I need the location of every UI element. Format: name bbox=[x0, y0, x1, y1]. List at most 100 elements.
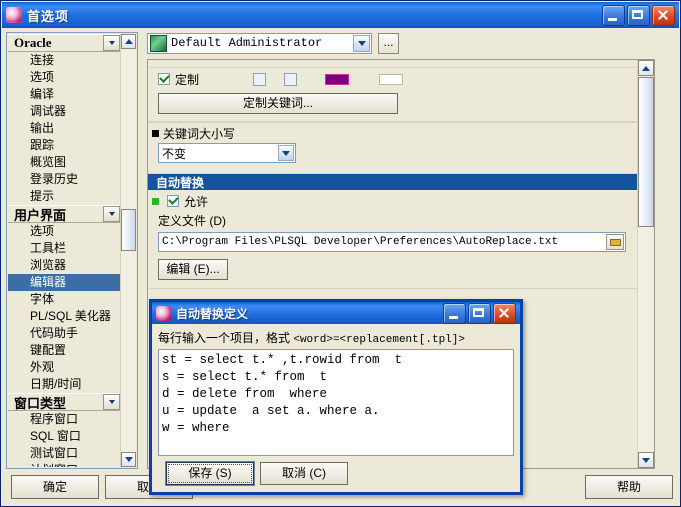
textarea-line: s = select t.* from t bbox=[162, 370, 328, 384]
autoreplace-group: 允许 定义文件 (D) C:\Program Files\PLSQL Devel… bbox=[148, 190, 654, 289]
sidebar-item-code-assistant[interactable]: 代码助手 bbox=[8, 325, 122, 342]
autoreplace-section-header: 自动替换 bbox=[148, 174, 654, 190]
dialog-maximize-button[interactable] bbox=[468, 302, 491, 324]
sidebar-scrollbar[interactable] bbox=[120, 34, 136, 467]
autoreplace-enable-row: 允许 bbox=[148, 190, 654, 212]
scrollbar-thumb[interactable] bbox=[121, 209, 136, 251]
profile-value: Default Administrator bbox=[171, 36, 323, 50]
profile-more-button[interactable]: ... bbox=[378, 32, 399, 54]
autoreplace-definition-dialog: 自动替换定义 每行输入一个项目，格式 <word>=<replacement[.… bbox=[149, 299, 523, 495]
dialog-minimize-button[interactable] bbox=[443, 302, 466, 324]
square-bullet bbox=[152, 129, 159, 137]
definition-file-label: 定义文件 (D) bbox=[158, 214, 226, 228]
chevron-down-icon[interactable] bbox=[103, 394, 120, 410]
keyword-case-row: 关键词大小写 bbox=[148, 123, 654, 143]
panel-scrollbar[interactable] bbox=[637, 60, 654, 468]
autoreplace-enable-label: 允许 bbox=[184, 194, 209, 209]
sidebar-item-plan-window[interactable]: 计划窗口 bbox=[8, 462, 122, 467]
scroll-down-arrow[interactable] bbox=[638, 452, 654, 468]
definition-file-value: C:\Program Files\PLSQL Developer\Prefere… bbox=[162, 236, 559, 248]
dialog-hint-prefix: 每行输入一个项目，格式 bbox=[158, 331, 294, 345]
tree-group-label: 用户界面 bbox=[14, 207, 67, 223]
minimize-button[interactable] bbox=[602, 4, 625, 26]
textarea-line: st = select t.* ,t.rowid from t bbox=[162, 353, 403, 367]
keyword-case-label: 关键词大小写 bbox=[163, 126, 236, 141]
sidebar-item-toolbar[interactable]: 工具栏 bbox=[8, 240, 122, 257]
dialog-titlebar: 自动替换定义 bbox=[152, 302, 520, 324]
tree-group-user-interface[interactable]: 用户界面 bbox=[8, 205, 122, 223]
custom-checkbox-label: 定制 bbox=[175, 72, 200, 87]
sidebar-item-plsql-beautifier[interactable]: PL/SQL 美化器 bbox=[8, 308, 122, 325]
preferences-icon bbox=[6, 7, 22, 23]
chevron-down-icon[interactable] bbox=[103, 35, 120, 51]
custom-keywords-button[interactable]: 定制关键词... bbox=[158, 92, 398, 114]
sidebar-item-trace[interactable]: 跟踪 bbox=[8, 137, 122, 154]
edit-button[interactable]: 编辑 (E)... bbox=[158, 259, 228, 280]
dialog-buttons: 保存 (S) 取消 (C) bbox=[152, 462, 520, 486]
dialog-cancel-button[interactable]: 取消 (C) bbox=[260, 462, 348, 485]
background-color-swatch[interactable] bbox=[379, 73, 404, 85]
italic-style-checkbox[interactable] bbox=[284, 72, 298, 86]
chevron-down-icon[interactable] bbox=[278, 145, 294, 161]
sidebar-item-ui-options[interactable]: 选项 bbox=[8, 223, 122, 240]
window-controls bbox=[602, 4, 675, 26]
syntax-custom-row: 定制 bbox=[148, 68, 654, 90]
folder-open-icon[interactable] bbox=[606, 234, 624, 250]
preferences-window: 首选项 Oracle 连接 选项 编译 调试器 输出 跟踪 概览图 登录历史 提… bbox=[0, 0, 681, 507]
save-button[interactable]: 保存 (S) bbox=[166, 462, 254, 485]
scrollbar-thumb[interactable] bbox=[638, 77, 654, 227]
sidebar-item-program-window[interactable]: 程序窗口 bbox=[8, 411, 122, 428]
maximize-button[interactable] bbox=[627, 4, 650, 26]
tree-group-oracle[interactable]: Oracle bbox=[8, 34, 122, 52]
dialog-close-button[interactable] bbox=[493, 302, 516, 324]
tree-group-window-types[interactable]: 窗口类型 bbox=[8, 393, 122, 411]
dialog-hint-format: <word>=<replacement[.tpl]> bbox=[293, 334, 465, 346]
window-titlebar: 首选项 bbox=[2, 2, 679, 28]
keyword-case-value: 不变 bbox=[162, 146, 187, 161]
settings-tree[interactable]: Oracle 连接 选项 编译 调试器 输出 跟踪 概览图 登录历史 提示 用户… bbox=[6, 32, 138, 469]
sidebar-item-date-time[interactable]: 日期/时间 bbox=[8, 376, 122, 393]
sidebar-item-key-configuration[interactable]: 键配置 bbox=[8, 342, 122, 359]
dialog-title: 自动替换定义 bbox=[176, 306, 249, 321]
dialog-window-controls bbox=[443, 302, 516, 324]
syntax-highlight-group: 定制 定制关键词... bbox=[148, 67, 654, 122]
settings-tree-content: Oracle 连接 选项 编译 调试器 输出 跟踪 概览图 登录历史 提示 用户… bbox=[8, 34, 122, 467]
scroll-up-arrow[interactable] bbox=[638, 60, 654, 76]
chevron-down-icon[interactable] bbox=[353, 34, 370, 52]
autoreplace-enable-checkbox[interactable] bbox=[167, 195, 179, 207]
sidebar-item-test-window[interactable]: 测试窗口 bbox=[8, 445, 122, 462]
profile-toolbar: Default Administrator ... bbox=[147, 32, 407, 54]
dialog-hint: 每行输入一个项目，格式 <word>=<replacement[.tpl]> bbox=[158, 329, 514, 346]
custom-checkbox[interactable] bbox=[158, 73, 170, 85]
close-button[interactable] bbox=[652, 4, 675, 26]
profile-combobox[interactable]: Default Administrator bbox=[147, 32, 372, 54]
sidebar-item-overview[interactable]: 概览图 bbox=[8, 154, 122, 171]
scroll-down-arrow[interactable] bbox=[121, 452, 136, 467]
chevron-down-icon[interactable] bbox=[103, 206, 120, 222]
green-square-bullet bbox=[152, 197, 159, 205]
sidebar-item-connection[interactable]: 连接 bbox=[8, 52, 122, 69]
help-button[interactable]: 帮助 bbox=[585, 475, 673, 499]
sidebar-item-browser[interactable]: 浏览器 bbox=[8, 257, 122, 274]
sidebar-item-debugger[interactable]: 调试器 bbox=[8, 103, 122, 120]
tree-group-label: Oracle bbox=[14, 35, 52, 50]
sidebar-item-output[interactable]: 输出 bbox=[8, 120, 122, 137]
user-profile-icon bbox=[150, 34, 167, 52]
sidebar-item-appearance[interactable]: 外观 bbox=[8, 359, 122, 376]
sidebar-item-logon-history[interactable]: 登录历史 bbox=[8, 171, 122, 188]
keyword-case-select[interactable]: 不变 bbox=[158, 143, 296, 163]
sidebar-item-font[interactable]: 字体 bbox=[8, 291, 122, 308]
definition-file-input[interactable]: C:\Program Files\PLSQL Developer\Prefere… bbox=[158, 232, 626, 252]
textarea-line: u = update a set a. where a. bbox=[162, 404, 380, 418]
window-title: 首选项 bbox=[27, 8, 70, 24]
sidebar-item-options[interactable]: 选项 bbox=[8, 69, 122, 86]
sidebar-item-compile[interactable]: 编译 bbox=[8, 86, 122, 103]
foreground-color-swatch[interactable] bbox=[325, 73, 350, 85]
scroll-up-arrow[interactable] bbox=[121, 34, 136, 49]
autoreplace-textarea[interactable]: st = select t.* ,t.rowid from t s = sele… bbox=[158, 349, 514, 456]
sidebar-item-editor[interactable]: 编辑器 bbox=[8, 274, 122, 291]
sidebar-item-sql-window[interactable]: SQL 窗口 bbox=[8, 428, 122, 445]
bold-style-checkbox[interactable] bbox=[253, 72, 267, 86]
ok-button[interactable]: 确定 bbox=[11, 475, 99, 499]
sidebar-item-hints[interactable]: 提示 bbox=[8, 188, 122, 205]
